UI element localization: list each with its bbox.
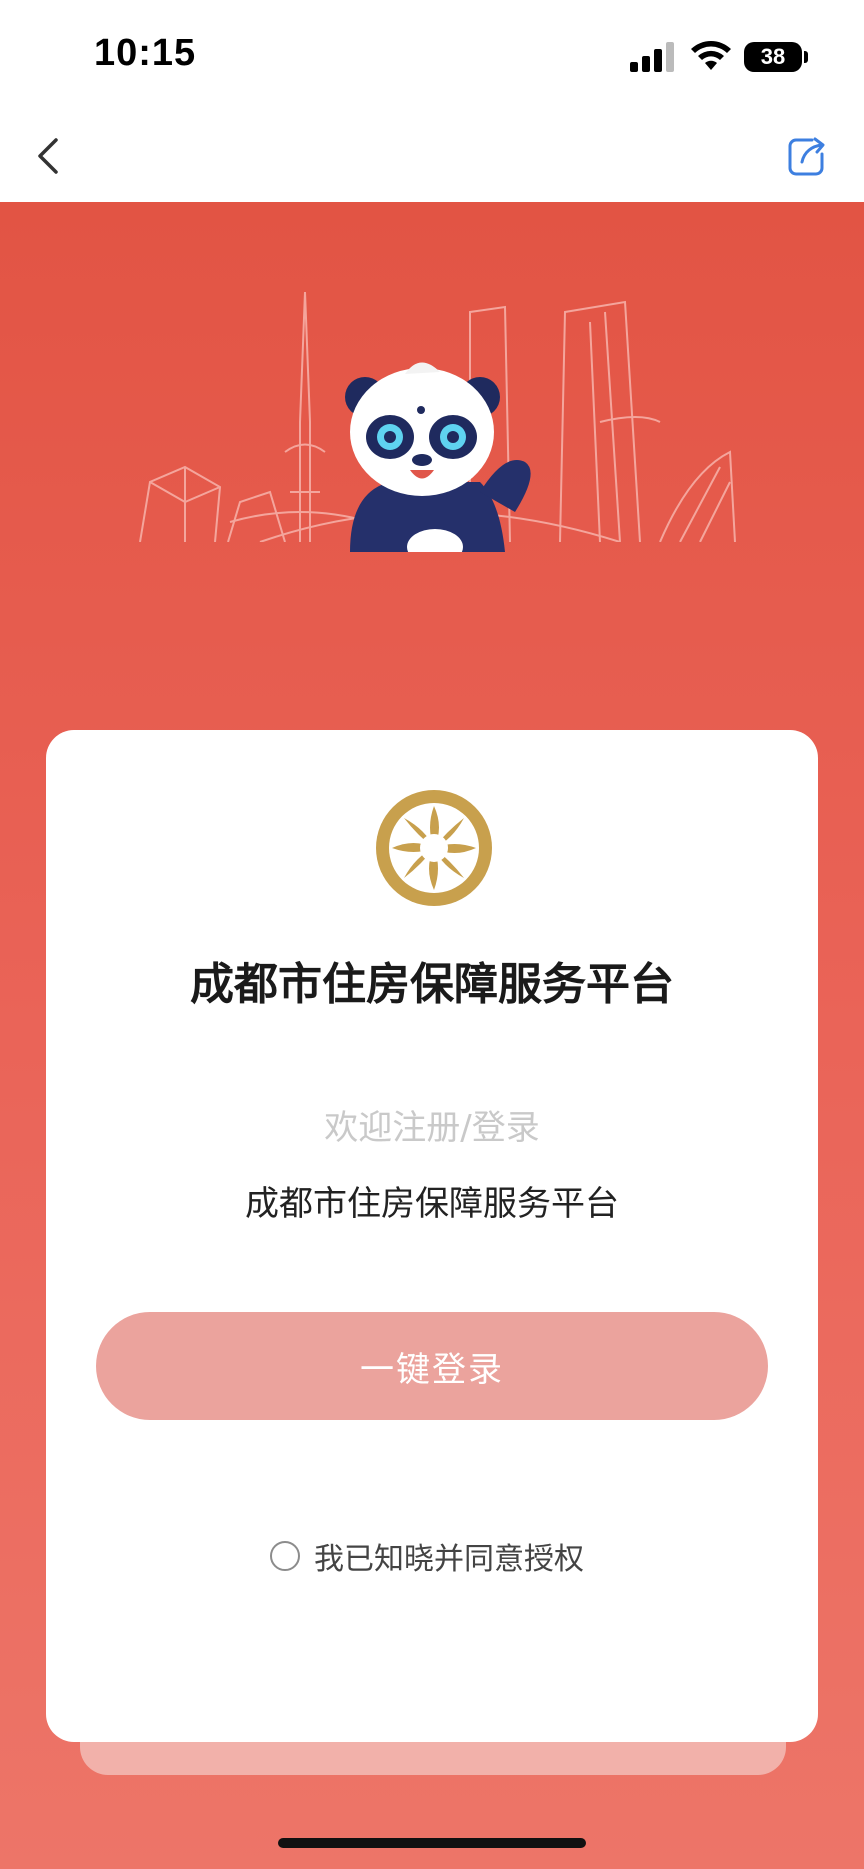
card-title: 成都市住房保障服务平台 xyxy=(190,959,674,1010)
home-indicator xyxy=(278,1838,586,1848)
battery-tip xyxy=(804,51,808,63)
wifi-icon xyxy=(691,41,731,70)
login-card: 成都市住房保障服务平台 欢迎注册/登录 成都市住房保障服务平台 一键登录 我已知… xyxy=(46,730,818,1742)
agreement-row[interactable]: 我已知晓并同意授权 xyxy=(270,1536,584,1577)
agreement-radio[interactable] xyxy=(270,1541,300,1571)
battery-icon: 38 xyxy=(744,42,802,72)
platform-name: 成都市住房保障服务平台 xyxy=(245,1184,619,1224)
hero-background: 成都市住房保障服务平台 欢迎注册/登录 成都市住房保障服务平台 一键登录 我已知… xyxy=(0,202,864,1869)
share-icon[interactable] xyxy=(782,132,830,180)
status-bar: 10:15 38 xyxy=(0,0,864,110)
panda-mascot xyxy=(345,362,531,552)
agreement-label: 我已知晓并同意授权 xyxy=(314,1542,584,1577)
nav-bar xyxy=(0,110,864,202)
status-time: 10:15 xyxy=(94,32,197,74)
gold-sunbird-emblem-icon xyxy=(376,790,492,906)
welcome-text: 欢迎注册/登录 xyxy=(324,1108,540,1148)
chevron-left-icon[interactable] xyxy=(30,132,70,180)
one-click-login-button[interactable]: 一键登录 xyxy=(96,1312,768,1420)
signal-icon xyxy=(630,42,674,72)
